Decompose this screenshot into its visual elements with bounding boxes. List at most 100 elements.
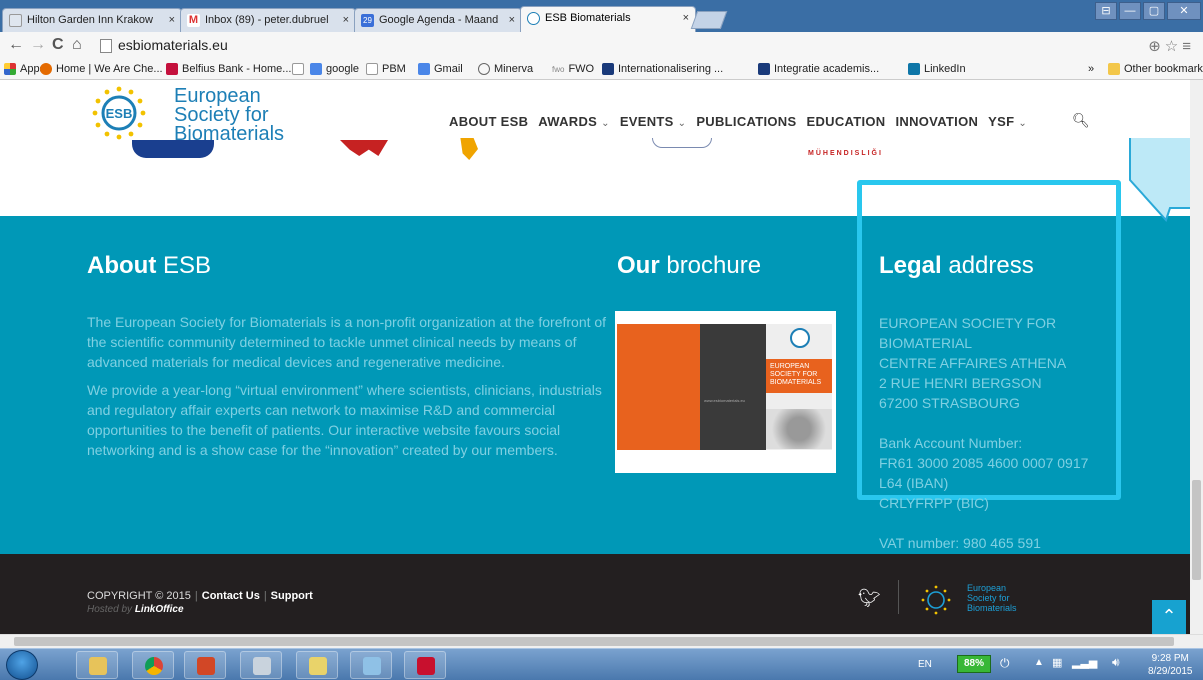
back-arrow-icon[interactable]: ← [8,36,24,54]
bookmark-internationalisering[interactable]: Internationalisering ... [602,63,723,75]
footer-bottom: COPYRIGHT © 2015 | Contact Us | Support Host… [0,554,1190,634]
scroll-to-top-button[interactable]: ⌃ [1152,600,1186,634]
bookmark-pbm[interactable]: PBM [366,63,406,75]
brochure-image[interactable]: www.esbiomaterials.eu EUROPEAN SOCIETY F… [615,311,836,473]
google-icon [418,63,430,75]
legal-line: FR61 3000 2085 4600 0007 0917 [879,455,1089,471]
bookmark-other[interactable]: Other bookmarks [1108,63,1203,75]
tab-close-icon[interactable]: × [343,9,349,31]
linkoffice-link[interactable]: LinkOffice [135,604,184,615]
google-icon [310,63,322,75]
url-input[interactable]: esbiomaterials.eu [118,37,228,53]
page-icon [100,39,112,53]
web-page: MÜHENDISLIĞI ESB European Society for Bi… [0,80,1190,634]
partner-logo [340,140,388,156]
esb-logo-icon[interactable] [918,584,954,616]
tab-hilton[interactable]: Hilton Garden Inn Krakow × [2,8,182,32]
user-icon[interactable]: ⊟ [1095,2,1117,20]
network-icon[interactable]: ▦ [1052,656,1062,669]
contact-us-link[interactable]: Contact Us [202,590,260,602]
bookmarks-overflow[interactable]: » [1088,63,1094,75]
battery-indicator[interactable]: 88% [957,655,991,673]
nav-item-publications[interactable]: PUBLICATIONS [696,114,796,129]
nav-item-ysf[interactable]: YSF ⌄ [988,114,1027,129]
bookmark-blank[interactable] [292,63,308,75]
minimize-button[interactable]: — [1119,2,1141,20]
tab-close-icon[interactable]: × [509,9,515,31]
taskbar-chrome[interactable] [132,651,174,679]
page-icon [9,14,22,27]
speaker-icon[interactable]: 🔊︎ [1112,655,1120,670]
bookmark-fwo[interactable]: fwo FWO [552,63,594,75]
support-link[interactable]: Support [271,590,313,602]
zoom-bookmark-menu-icons[interactable]: ⊕☆≡ [1148,37,1195,55]
legal-line: CRLYFRPP (BIC) [879,495,989,511]
clock-date: 8/29/2015 [1148,666,1193,677]
tab-close-icon[interactable]: × [169,9,175,31]
tab-esb-biomaterials[interactable]: ESB Biomaterials × [520,6,696,32]
new-tab-button[interactable] [690,11,728,29]
power-plug-icon[interactable]: ⏻ [1000,656,1010,671]
footer-divider [898,580,899,614]
nav-item-innovation[interactable]: INNOVATION [895,114,978,129]
wifi-signal-icon[interactable]: ▂▃▅ [1072,656,1097,669]
bookmark-label: Gmail [434,63,463,75]
apps-grid-icon [4,63,16,75]
nav-item-about-esb[interactable]: ABOUT ESB [449,114,528,129]
nav-item-education[interactable]: EDUCATION [806,114,885,129]
about-text: The European Society for Biomaterials is… [87,312,607,468]
page-icon [292,63,304,75]
folder-icon [1108,63,1120,75]
tab-google-agenda[interactable]: 29 Google Agenda - Maand × [354,8,522,32]
nav-item-awards[interactable]: AWARDS ⌄ [538,114,610,129]
home-icon[interactable]: ⌂ [72,36,82,54]
reload-icon[interactable]: C [52,36,64,54]
bookmark-minerva[interactable]: Minerva [478,63,533,75]
taskbar-acrobat[interactable] [404,651,446,679]
linkedin-icon [908,63,920,75]
taskbar-calculator[interactable] [240,651,282,679]
bookmark-we-are-che[interactable]: Home | We Are Che... [40,63,163,75]
chrome-icon [145,657,163,675]
vertical-scrollbar[interactable] [1190,80,1203,634]
taskbar-paint[interactable] [350,651,392,679]
twitter-icon[interactable]: 🐦︎ [858,588,881,609]
hosted-by: Hosted by LinkOffice [87,604,184,615]
bookmark-integratie[interactable]: Integratie academis... [758,63,879,75]
tab-close-icon[interactable]: × [683,7,689,29]
about-paragraph: We provide a year-long “virtual environm… [87,382,602,458]
close-window-button[interactable]: ✕ [1167,2,1201,20]
nav-item-events[interactable]: EVENTS ⌄ [620,114,687,129]
horizontal-scrollbar[interactable] [0,634,1203,648]
scrollbar-thumb[interactable] [1192,480,1201,580]
taskbar-explorer[interactable] [76,651,118,679]
bookmark-google[interactable]: google [310,63,359,75]
esb-favicon-icon [527,12,540,25]
bookmark-label: » [1088,63,1095,75]
legal-line: VAT number: 980 465 591 [879,535,1041,551]
bookmark-label: Home | We Are Che... [56,63,163,75]
maximize-button[interactable]: ▢ [1143,2,1165,20]
bookmark-linkedin[interactable]: LinkedIn [908,63,966,75]
bookmark-gmail[interactable]: Gmail [418,63,463,75]
tab-label: Inbox (89) - peter.dubruel [205,14,329,26]
bookmark-belfius[interactable]: Belfius Bank - Home... [166,63,291,75]
taskbar-powerpoint[interactable] [184,651,226,679]
chevron-down-icon: ⌄ [1018,118,1028,129]
esb-logo-icon[interactable]: ESB [84,84,154,140]
start-button[interactable] [6,650,38,680]
bookmark-apps[interactable]: Apps [4,63,45,75]
site-icon [40,63,52,75]
search-icon[interactable]: 🔍︎ [1072,112,1090,129]
about-paragraph: The European Society for Biomaterials is… [87,314,607,370]
clock-time: 9:28 PM [1151,653,1189,664]
site-logo-text[interactable]: European Society for Biomaterials [174,86,284,144]
forward-arrow-icon[interactable]: → [30,36,46,54]
scrollbar-thumb[interactable] [14,637,1174,646]
system-clock[interactable]: 9:28 PM 8/29/2015 [1148,652,1193,678]
browser-tabstrip: Hilton Garden Inn Krakow × M Inbox (89) … [0,0,1203,32]
taskbar-files[interactable] [296,651,338,679]
input-language[interactable]: EN [918,659,932,670]
tab-gmail[interactable]: M Inbox (89) - peter.dubruel × [180,8,356,32]
tray-expand-icon[interactable]: ▲ [1034,657,1044,668]
